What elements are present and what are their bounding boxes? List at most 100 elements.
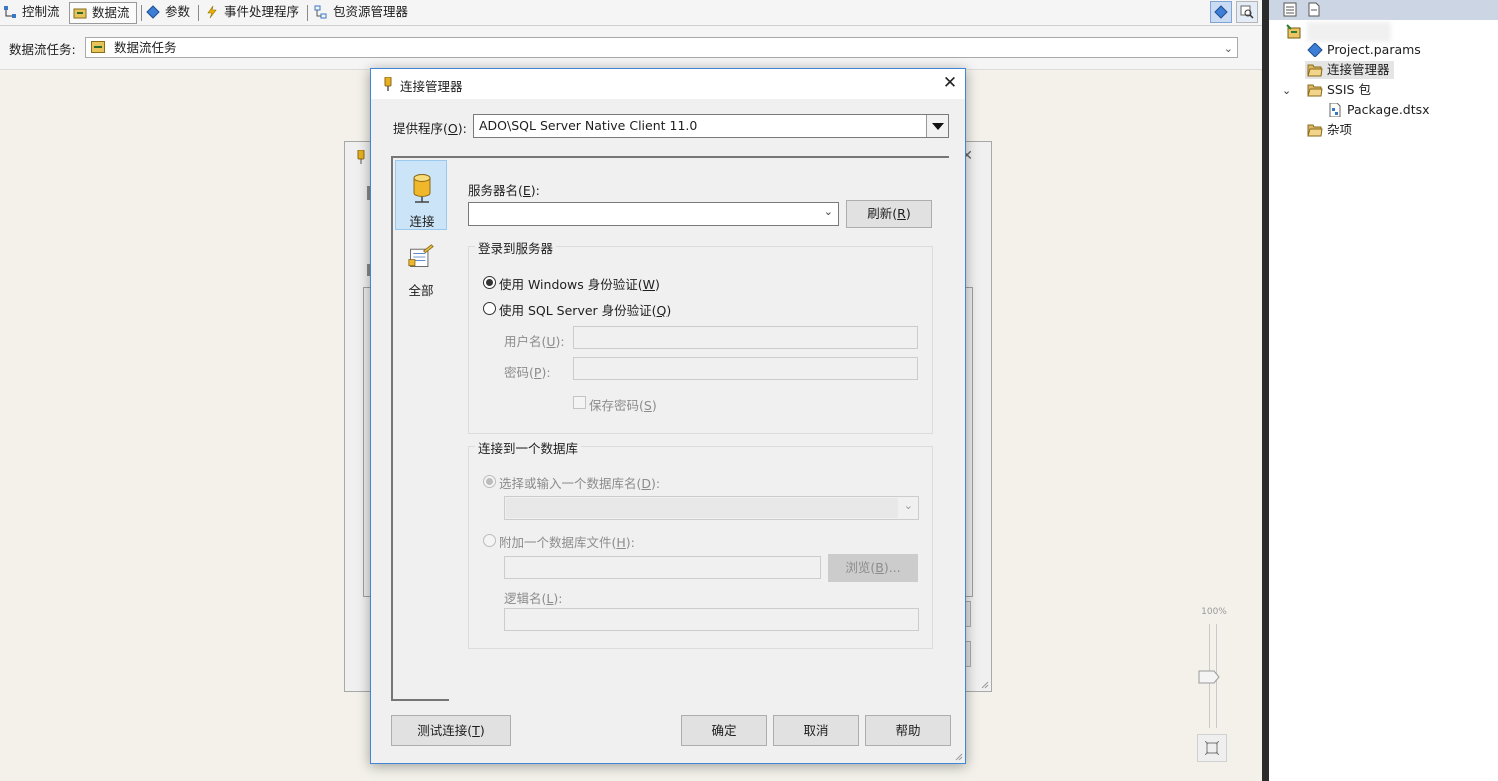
server-name-label: 服务器名(E): (468, 183, 540, 198)
tree-item-label: SSIS 包 (1327, 82, 1371, 97)
login-group-title: 登录到服务器 (475, 238, 557, 257)
project-icon (1286, 24, 1301, 39)
event-handler-icon (207, 5, 217, 19)
tab-separator (141, 5, 142, 21)
dialog-title: 连接管理器 (400, 79, 463, 94)
project-name-redacted (1307, 22, 1391, 42)
provider-value: ADO\SQL Server Native Client 11.0 (479, 118, 698, 133)
magnifier-icon (1240, 5, 1254, 19)
database-group: 连接到一个数据库 选择或输入一个数据库名(D): ⌄ 附加一个数据库文件(H):… (468, 438, 933, 649)
tab-separator (198, 5, 199, 21)
tab-label: 事件处理程序 (224, 4, 300, 19)
close-icon: ✕ (942, 73, 958, 93)
connection-settings-panel: 服务器名(E): ⌄ 刷新(R) 登录到服务器 使用 Windows 身份验证(… (449, 156, 949, 701)
refresh-button[interactable]: 刷新(R) (846, 200, 932, 228)
connection-manager-dialog: 连接管理器 ✕ 提供程序(O): ADO\SQL Server Native C… (370, 68, 966, 764)
close-button[interactable]: ✕ (935, 69, 965, 99)
folder-icon (1307, 64, 1323, 77)
tab-event-handlers[interactable]: 事件处理程序 (202, 2, 305, 24)
tab-parameters[interactable]: 参数 (143, 2, 196, 24)
params-icon (1307, 43, 1323, 57)
test-connection-button[interactable]: 测试连接(T) (391, 715, 511, 746)
nav-item-all[interactable]: 全部 (395, 230, 447, 300)
control-flow-icon (4, 6, 16, 18)
password-input[interactable] (573, 357, 918, 380)
nav-item-label: 全部 (408, 283, 434, 298)
save-password-checkbox[interactable] (573, 396, 586, 409)
cancel-button[interactable]: 取消 (773, 715, 859, 746)
solution-explorer: Project.params 连接管理器 ⌄ SSIS 包 Package.dt… (1262, 0, 1498, 781)
password-label: 密码(P): (504, 365, 551, 380)
logical-name-input[interactable] (504, 608, 919, 631)
toolbar-zoom-button[interactable] (1236, 1, 1258, 23)
tree-item-misc[interactable]: 杂项 (1307, 121, 1352, 139)
data-flow-task-label: 数据流任务: (9, 42, 76, 57)
tree-item-label: 杂项 (1327, 122, 1353, 137)
select-database-radio[interactable] (483, 475, 496, 488)
chevron-down-icon: ⌄ (823, 205, 833, 218)
dialog-icon (357, 150, 365, 164)
tree-item-project-params[interactable]: Project.params (1307, 41, 1421, 59)
select-database-label[interactable]: 选择或输入一个数据库名(D): (499, 473, 660, 492)
help-button[interactable]: 帮助 (865, 715, 951, 746)
properties-all-icon (408, 244, 434, 267)
provider-label: 提供程序(O): (393, 121, 467, 136)
toolbar-toggle-button[interactable] (1210, 1, 1232, 23)
login-group: 登录到服务器 使用 Windows 身份验证(W) 使用 SQL Server … (468, 238, 933, 434)
ok-button[interactable]: 确定 (681, 715, 767, 746)
chevron-down-icon: ⌄ (903, 499, 913, 512)
logical-name-label: 逻辑名(L): (504, 591, 563, 606)
sql-auth-radio[interactable] (483, 302, 496, 315)
data-flow-icon (91, 41, 105, 53)
windows-auth-label[interactable]: 使用 Windows 身份验证(W) (499, 274, 660, 293)
zoom-level: 100% (1201, 607, 1227, 617)
dialog-title-bar[interactable]: 连接管理器 ✕ (371, 69, 965, 99)
tab-control-flow[interactable]: 控制流 (0, 2, 66, 24)
resize-grip-icon[interactable] (979, 679, 989, 689)
tab-label: 包资源管理器 (333, 4, 409, 19)
tab-separator (307, 5, 308, 21)
package-explorer-icon (314, 5, 327, 19)
database-connection-icon (413, 174, 431, 203)
tab-label: 控制流 (22, 4, 60, 19)
tree-item-package-dtsx[interactable]: Package.dtsx (1327, 101, 1430, 119)
resize-grip-icon[interactable] (953, 751, 963, 761)
show-all-files-icon[interactable] (1307, 2, 1322, 17)
tree-item-ssis-packages[interactable]: SSIS 包 (1307, 81, 1371, 99)
fit-to-window-icon (1205, 741, 1219, 755)
database-file-input[interactable] (504, 556, 821, 579)
page-navigation: 连接 全部 (391, 156, 449, 701)
dropdown-arrow-icon[interactable] (926, 115, 948, 137)
data-flow-task-value: 数据流任务 (114, 40, 177, 55)
tab-label: 参数 (165, 4, 191, 19)
zoom-slider-thumb[interactable] (1198, 670, 1222, 684)
properties-icon[interactable] (1283, 2, 1298, 17)
folder-icon (1307, 124, 1323, 137)
tab-data-flow[interactable]: 数据流 (69, 2, 137, 24)
tree-item-label: Package.dtsx (1347, 102, 1430, 117)
windows-auth-radio[interactable] (483, 276, 496, 289)
tree-item-connection-managers[interactable]: 连接管理器 (1305, 61, 1394, 79)
attach-database-radio[interactable] (483, 534, 496, 547)
zoom-fit-button[interactable] (1197, 734, 1227, 762)
data-flow-task-select[interactable]: 数据流任务 ⌄ (85, 37, 1238, 58)
tab-package-explorer[interactable]: 包资源管理器 (311, 2, 414, 24)
tree-item-label: 连接管理器 (1327, 62, 1390, 77)
nav-item-connection[interactable]: 连接 (395, 160, 447, 230)
sql-auth-label[interactable]: 使用 SQL Server 身份验证(Q) (499, 300, 671, 319)
zoom-control: 100% (1197, 604, 1231, 764)
chevron-down-icon[interactable]: ⌄ (1282, 84, 1291, 97)
server-name-combobox[interactable]: ⌄ (468, 202, 839, 226)
data-flow-icon (73, 8, 87, 19)
attach-database-label[interactable]: 附加一个数据库文件(H): (499, 532, 635, 551)
nav-item-label: 连接 (409, 214, 435, 229)
database-name-field (506, 498, 898, 518)
database-group-title: 连接到一个数据库 (475, 438, 582, 457)
database-name-combobox[interactable]: ⌄ (504, 496, 919, 520)
solution-explorer-toolbar (1269, 0, 1498, 20)
username-input[interactable] (573, 326, 918, 349)
browse-button[interactable]: 浏览(B)... (828, 554, 918, 582)
save-password-label[interactable]: 保存密码(S) (589, 395, 657, 414)
provider-select[interactable]: ADO\SQL Server Native Client 11.0 (473, 114, 949, 138)
parameters-icon (146, 5, 160, 19)
